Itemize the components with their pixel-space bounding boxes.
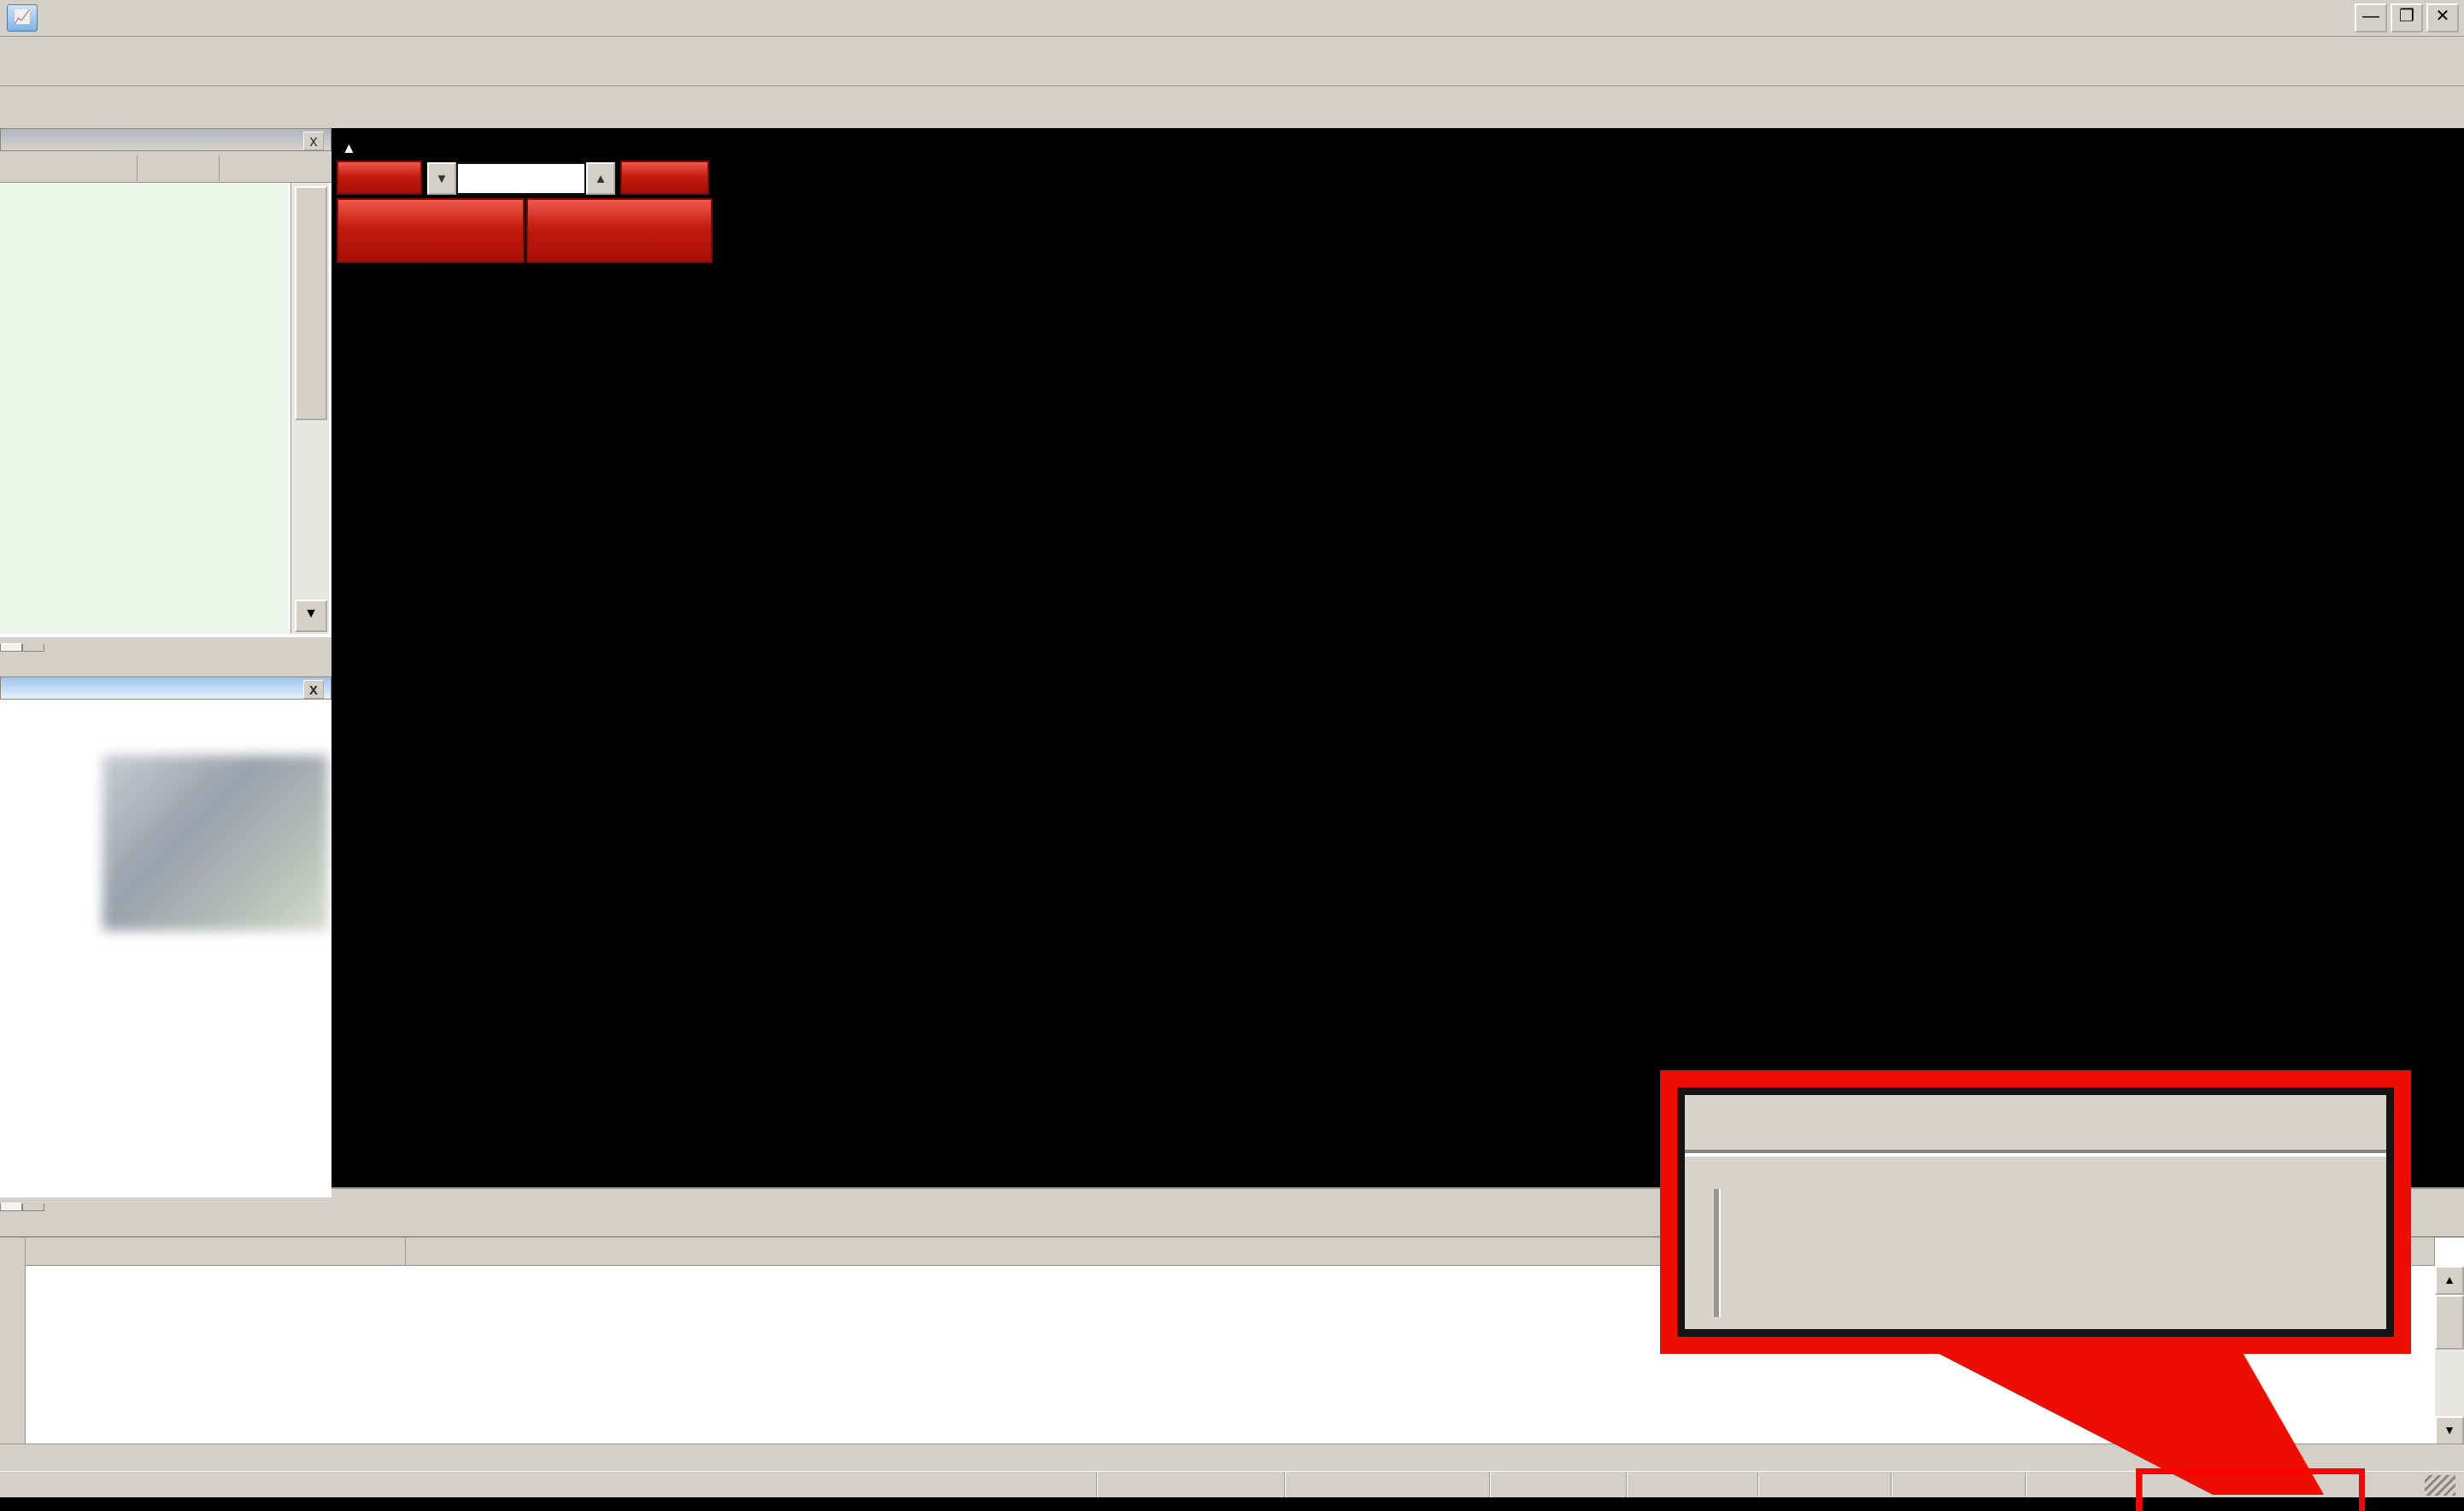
- scrollbar-thumb[interactable]: [2435, 1295, 2464, 1350]
- bottom-edge: [0, 1497, 2464, 1511]
- market-watch-close-icon[interactable]: x: [303, 132, 324, 150]
- market-watch-scrollbar[interactable]: ▼: [290, 183, 329, 634]
- connection-annotation-box: [2136, 1468, 2365, 1511]
- scroll-up-icon[interactable]: ▲: [2435, 1266, 2464, 1295]
- status-high: [1626, 1472, 1757, 1497]
- status-help-text: [0, 1472, 1096, 1497]
- sell-button[interactable]: [337, 161, 422, 195]
- scroll-down-icon[interactable]: ▼: [2435, 1416, 2464, 1445]
- market-watch-tabs: [0, 637, 331, 676]
- terminal-scrollbar[interactable]: ▲ ▼: [2435, 1266, 2464, 1445]
- chart-title: ▲: [342, 135, 370, 159]
- sell-price-box[interactable]: [337, 198, 525, 263]
- collapse-panel-icon[interactable]: ▲: [342, 140, 356, 156]
- col-ask[interactable]: [219, 155, 254, 181]
- close-button[interactable]: ✕: [2426, 3, 2459, 32]
- resize-grip[interactable]: [2425, 1475, 2455, 1496]
- disconnect-popup: [1660, 1070, 2411, 1354]
- navigator-panel: x: [0, 676, 333, 1236]
- terminal-col-desc[interactable]: [406, 1238, 1837, 1266]
- col-bid[interactable]: [137, 155, 172, 181]
- navigator-title: x: [0, 676, 331, 700]
- app-icon: 📈: [7, 4, 38, 32]
- buy-price-box[interactable]: [526, 198, 713, 263]
- window-controls: —❐✕: [2351, 3, 2459, 32]
- status-low: [1757, 1472, 1891, 1497]
- mt4-window: 📈 —❐✕ x ▼ x: [0, 0, 2464, 1511]
- maximize-button[interactable]: ❐: [2391, 3, 2423, 32]
- tab-common[interactable]: [0, 1203, 22, 1211]
- tab-tick-chart[interactable]: [22, 644, 44, 652]
- navigator-tabs: [0, 1198, 331, 1236]
- candlestick-chart[interactable]: [333, 128, 2409, 1149]
- navigator-close-icon[interactable]: x: [303, 680, 324, 699]
- status-profile[interactable]: [1096, 1472, 1284, 1497]
- scroll-down-icon[interactable]: ▼: [295, 600, 327, 632]
- market-watch-header: [0, 151, 331, 183]
- popup-screenshot: [1677, 1087, 2394, 1337]
- market-watch-rows: [0, 183, 289, 634]
- line-studies-toolbar: [0, 86, 2464, 129]
- buy-button[interactable]: [620, 161, 709, 195]
- account-names-blurred: [103, 755, 328, 931]
- volume-up-icon[interactable]: ▲: [586, 162, 615, 195]
- scrollbar-thumb[interactable]: [295, 186, 327, 420]
- popup-connection-bars-icon: [1753, 1180, 1950, 1326]
- market-watch-panel: x ▼: [0, 128, 333, 676]
- status-datetime: [1284, 1472, 1489, 1497]
- minimize-button[interactable]: —: [2355, 3, 2387, 32]
- popup-cell-divider: [1714, 1189, 1719, 1317]
- market-watch-title: x: [0, 128, 331, 151]
- terminal-vertical-label[interactable]: [0, 1238, 26, 1445]
- volume-input[interactable]: [456, 162, 586, 195]
- tab-favorites[interactable]: [22, 1204, 44, 1211]
- standard-toolbar: [0, 37, 2464, 86]
- volume-down-icon[interactable]: ▼: [427, 162, 456, 195]
- terminal-col-name[interactable]: [26, 1238, 406, 1266]
- popup-statusbar-edge: [1685, 1095, 2386, 1153]
- status-open: [1489, 1472, 1626, 1497]
- tab-symbol-list[interactable]: [0, 643, 22, 652]
- menu-bar: 📈 —❐✕: [0, 0, 2464, 37]
- one-click-trading-panel: ▼ ▲: [337, 161, 718, 261]
